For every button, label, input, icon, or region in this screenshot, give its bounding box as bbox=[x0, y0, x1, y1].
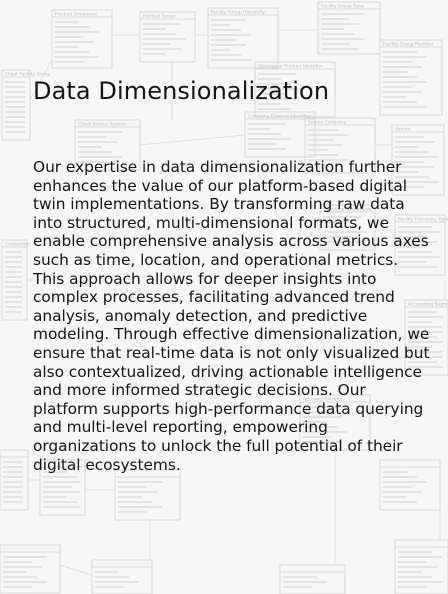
article: Data Dimensionalization Our expertise in… bbox=[0, 0, 448, 594]
page: Product Dimension Product Group Facility G… bbox=[0, 0, 448, 594]
article-body: Our expertise in data dimensionalization… bbox=[33, 158, 430, 474]
article-title: Data Dimensionalization bbox=[33, 77, 330, 105]
